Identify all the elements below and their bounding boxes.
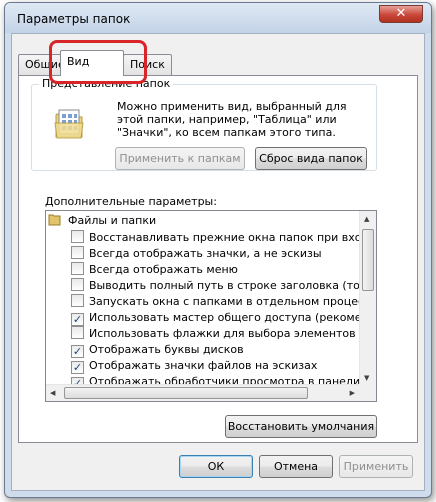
apply-button[interactable]: Применить bbox=[339, 455, 413, 478]
list-item[interactable]: Всегда отображать значки, а не эскизы bbox=[71, 246, 322, 262]
list-item[interactable]: ✓ Отображать буквы дисков bbox=[71, 342, 244, 358]
checkbox-restore-windows[interactable] bbox=[71, 230, 84, 243]
checkbox-full-path[interactable] bbox=[71, 278, 84, 291]
vertical-scrollbar[interactable]: ▲ ▼ bbox=[359, 211, 376, 385]
horizontal-scrollbar[interactable]: ◀ ▶ bbox=[46, 384, 359, 401]
apply-to-folders-button[interactable]: Применить к папкам bbox=[115, 147, 245, 170]
advanced-settings-list[interactable]: Файлы и папки Восстанавливать прежние ок… bbox=[45, 210, 377, 402]
folder-icon bbox=[48, 214, 61, 226]
list-item[interactable]: ✓ Использовать мастер общего доступа (рек… bbox=[71, 310, 376, 326]
folder-view-description: Можно применить вид, выбранный для этой … bbox=[117, 100, 347, 139]
list-item[interactable]: Восстанавливать прежние окна папок при в… bbox=[71, 230, 376, 246]
list-item-files-folders: Файлы и папки bbox=[48, 213, 156, 229]
list-item[interactable]: ✓ Отображать значки файлов на эскизах bbox=[71, 358, 317, 374]
window-title: Параметры папок bbox=[17, 12, 131, 26]
title-bar[interactable]: Параметры папок ✕ bbox=[5, 3, 431, 33]
scroll-right-icon[interactable]: ▶ bbox=[350, 389, 355, 397]
scroll-up-icon[interactable]: ▲ bbox=[364, 215, 369, 223]
reset-folders-button[interactable]: Сброс вида папок bbox=[255, 147, 367, 170]
checkbox-separate-process[interactable] bbox=[71, 294, 84, 307]
checkbox-thumbnail-icons[interactable]: ✓ bbox=[71, 361, 84, 374]
list-item[interactable]: Выводить полный путь в строке заголовка … bbox=[71, 278, 376, 294]
advanced-settings-label: Дополнительные параметры: bbox=[45, 195, 217, 208]
close-icon: ✕ bbox=[395, 6, 407, 21]
list-item[interactable]: Запускать окна с папками в отдельном про… bbox=[71, 294, 376, 310]
folder-options-window: Параметры папок ✕ Общие Вид Поиск Предст… bbox=[4, 2, 432, 498]
tab-highlight-annotation bbox=[49, 40, 147, 84]
checkbox-always-icons[interactable] bbox=[71, 246, 84, 259]
list-item[interactable]: Использовать флажки для выбора элементов bbox=[71, 326, 356, 342]
restore-defaults-button[interactable]: Восстановить умолчания bbox=[225, 415, 377, 438]
horizontal-scroll-thumb[interactable] bbox=[64, 387, 308, 399]
checkbox-always-menu[interactable] bbox=[71, 262, 84, 275]
scroll-corner bbox=[359, 384, 376, 401]
list-item[interactable]: Всегда отображать меню bbox=[71, 262, 238, 278]
close-button[interactable]: ✕ bbox=[379, 5, 423, 23]
scroll-left-icon[interactable]: ◀ bbox=[50, 389, 55, 397]
tree-root-label: Файлы и папки bbox=[68, 214, 157, 227]
folder-grid-icon bbox=[54, 109, 84, 139]
checkbox-sharing-wizard[interactable]: ✓ bbox=[71, 313, 84, 326]
checkbox-item-checkboxes[interactable] bbox=[71, 326, 84, 339]
ok-button[interactable]: ОК bbox=[179, 455, 253, 478]
checkbox-drive-letters[interactable]: ✓ bbox=[71, 345, 84, 358]
cancel-button[interactable]: Отмена bbox=[259, 455, 333, 478]
vertical-scroll-thumb[interactable] bbox=[362, 229, 374, 291]
scroll-down-icon[interactable]: ▼ bbox=[364, 374, 369, 382]
